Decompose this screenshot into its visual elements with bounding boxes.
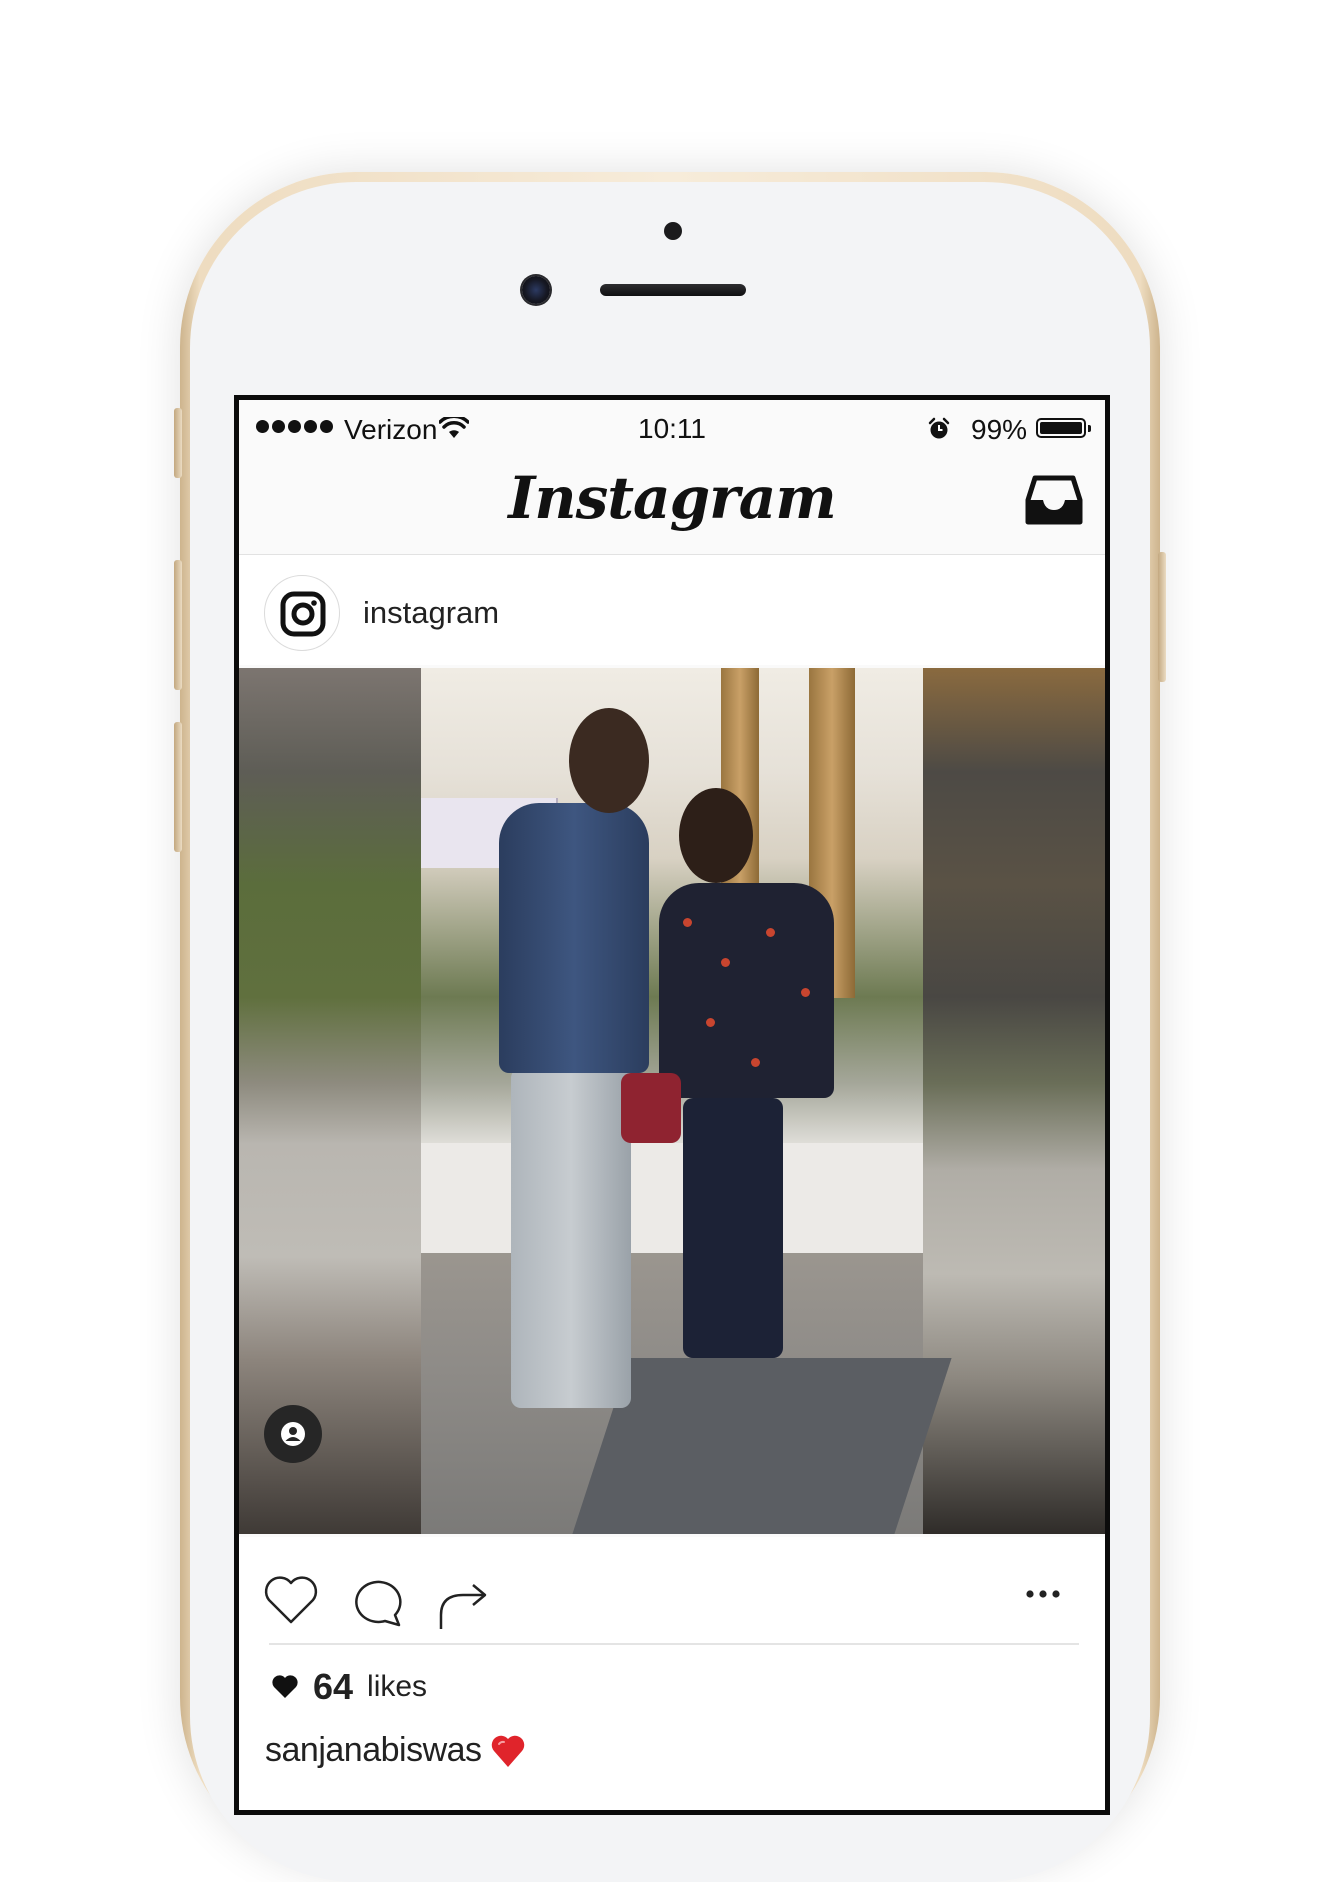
- floral-print: [766, 928, 775, 937]
- floral-print: [721, 958, 730, 967]
- couple-photo: [421, 668, 952, 1534]
- instagram-wordmark: Instagram: [508, 464, 836, 532]
- inbox-tray-icon[interactable]: [1025, 474, 1083, 526]
- floral-print: [801, 988, 810, 997]
- battery-icon: [1036, 418, 1086, 438]
- planter: [421, 1143, 923, 1253]
- floral-print: [706, 1018, 715, 1027]
- photo-blurred-right-fill: [923, 668, 1105, 1534]
- top-navbar: Instagram: [239, 454, 1105, 555]
- post-username[interactable]: instagram: [363, 595, 499, 631]
- likes-count: 64: [313, 1666, 354, 1707]
- comment-bubble-icon[interactable]: [349, 1575, 403, 1629]
- man-shirt: [499, 803, 649, 1073]
- user-tag-icon: [281, 1422, 305, 1446]
- phone-screen: Verizon 10:11 99% Instagram instagram 64…: [234, 395, 1110, 1815]
- post-header: instagram: [239, 555, 1105, 665]
- man-jeans: [511, 1068, 631, 1408]
- earpiece-speaker: [600, 284, 746, 296]
- heart-outline-icon[interactable]: [263, 1575, 319, 1625]
- floral-print: [683, 918, 692, 927]
- tag-people-button[interactable]: [264, 1405, 322, 1463]
- battery-percent: 99%: [971, 414, 1028, 445]
- proximity-sensor: [664, 222, 682, 240]
- share-arrow-icon[interactable]: [435, 1577, 491, 1631]
- likes-row[interactable]: 64 likes: [271, 1666, 428, 1707]
- instagram-logo-icon: [280, 591, 326, 637]
- volume-down-button: [174, 722, 182, 852]
- front-camera: [522, 276, 550, 304]
- actions-divider: [269, 1643, 1079, 1645]
- status-bar: Verizon 10:11 99%: [239, 400, 1105, 454]
- caption: sanjanabiswas: [265, 1731, 526, 1770]
- post-actions: 64 likes sanjanabiswas: [239, 1537, 1105, 1810]
- volume-up-button: [174, 560, 182, 690]
- likes-label: likes: [367, 1670, 428, 1703]
- more-dots-icon[interactable]: [1025, 1589, 1061, 1599]
- battery-fill: [1040, 422, 1082, 434]
- woman-jeans: [683, 1098, 783, 1358]
- alarm-icon: [928, 417, 950, 439]
- red-heart-emoji-icon: [491, 1735, 524, 1767]
- avatar[interactable]: [264, 575, 340, 651]
- woman-head: [679, 788, 753, 883]
- power-button: [1158, 552, 1166, 682]
- post-photo[interactable]: [239, 668, 1105, 1534]
- floral-print: [751, 1058, 760, 1067]
- heart-filled-icon: [272, 1675, 298, 1698]
- red-handbag: [621, 1073, 681, 1143]
- battery-tip: [1088, 425, 1091, 432]
- man-head: [569, 708, 649, 813]
- caption-username[interactable]: sanjanabiswas: [265, 1731, 482, 1770]
- photo-blurred-left-fill: [239, 668, 421, 1534]
- mute-switch: [174, 408, 182, 478]
